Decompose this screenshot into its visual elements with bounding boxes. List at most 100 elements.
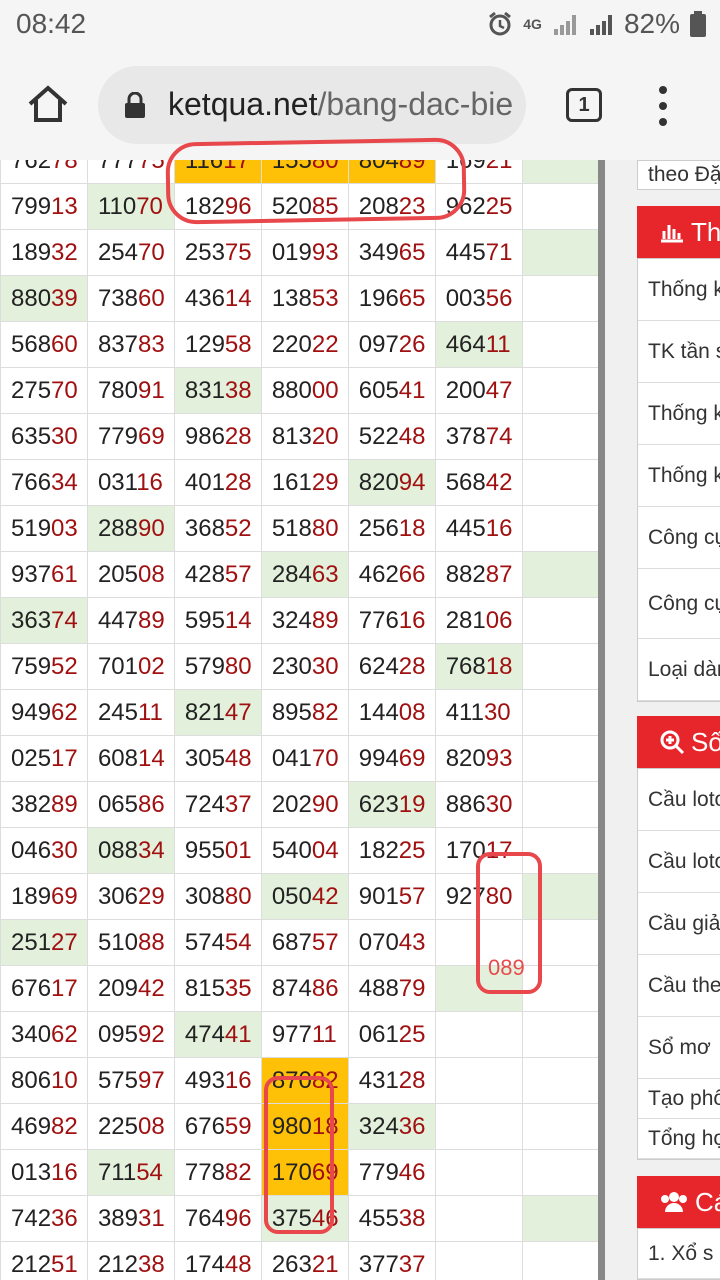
table-cell: 81320 [260, 413, 349, 460]
table-cell: 77616 [347, 597, 436, 644]
table-cell: 32489 [260, 597, 349, 644]
table-cell: 04630 [0, 827, 88, 874]
table-row: 02517 60814 30548 04170 99469 82093 [0, 735, 600, 782]
sidebar-link[interactable]: Tạo phô [638, 1079, 720, 1119]
lock-icon [125, 92, 145, 118]
url-text: ketqua.net/bang-dac-bie [168, 86, 513, 123]
sidebar-link[interactable]: Công cụ [638, 507, 720, 569]
sidebar-link[interactable]: Thống k [638, 259, 720, 321]
table-row: 63530 77969 98628 81320 52248 37874 [0, 413, 600, 460]
table-cell: 60814 [86, 735, 175, 782]
table-cell: 01316 [0, 1149, 88, 1196]
table-cell [521, 160, 600, 184]
table-cell: 28106 [434, 597, 523, 644]
table-cell: 09726 [347, 321, 436, 368]
sidebar-link[interactable]: Cầu loto [638, 831, 720, 893]
table-cell: 26321 [260, 1241, 349, 1280]
table-cell: 17448 [173, 1241, 262, 1280]
users-icon [661, 1192, 687, 1212]
table-cell: 25375 [173, 229, 262, 276]
tab-switcher-button[interactable]: 1 [566, 88, 602, 122]
table-row: 18932 25470 25375 01993 34965 44571 [0, 229, 600, 276]
sidebar-link[interactable]: Cầu loto [638, 769, 720, 831]
table-cell: 77882 [173, 1149, 262, 1196]
table-cell [521, 551, 600, 598]
table-cell: 57980 [173, 643, 262, 690]
table-cell: 46266 [347, 551, 436, 598]
table-cell: 54004 [260, 827, 349, 874]
table-cell: 52248 [347, 413, 436, 460]
overflow-menu-icon[interactable] [656, 86, 670, 126]
sidebar-section-stats-title: Th [691, 216, 720, 247]
table-cell: 57454 [173, 919, 262, 966]
table-row: 04630 08834 95501 54004 18225 17017 [0, 827, 600, 874]
sidebar-link[interactable]: Thống k [638, 383, 720, 445]
sidebar-link[interactable]: 1. Xổ s [638, 1229, 720, 1279]
table-cell: 46411 [434, 321, 523, 368]
table-cell [521, 919, 600, 966]
sidebar-link[interactable]: Thống k [638, 445, 720, 507]
table-cell: 76818 [434, 643, 523, 690]
sidebar-link[interactable]: Công cụ VIP [638, 569, 720, 639]
table-cell: 71154 [86, 1149, 175, 1196]
sidebar-section-tools-header: Số [637, 716, 720, 768]
sidebar-link[interactable]: Tổng hợ [638, 1119, 720, 1159]
table-cell: 99469 [347, 735, 436, 782]
table-cell: 25618 [347, 505, 436, 552]
table-cell: 37874 [434, 413, 523, 460]
table-row: 80610 57597 49316 87082 43128 [0, 1057, 600, 1104]
table-cell: 88287 [434, 551, 523, 598]
table-cell: 37737 [347, 1241, 436, 1280]
sidebar-link[interactable]: TK tần s [638, 321, 720, 383]
table-row: 88039 73860 43614 13853 19665 00356 [0, 275, 600, 322]
sidebar-link[interactable]: Loại dàn [638, 639, 720, 701]
table-cell: 22022 [260, 321, 349, 368]
table-cell: 77946 [347, 1149, 436, 1196]
table-cell: 67617 [0, 965, 88, 1012]
table-cell: 44789 [86, 597, 175, 644]
table-cell: 24511 [86, 689, 175, 736]
table-cell: 87486 [260, 965, 349, 1012]
results-table-container[interactable]: 76278 77775 11617 15580 80489 16921 79913 11070… [0, 160, 600, 1280]
table-cell: 38289 [0, 781, 88, 828]
table-cell: 70102 [86, 643, 175, 690]
sidebar-section-users-header: Cá [637, 1176, 720, 1228]
url-field[interactable]: ketqua.net/bang-dac-bie [98, 66, 526, 144]
table-cell: 32436 [347, 1103, 436, 1150]
table-cell: 12958 [173, 321, 262, 368]
table-row: 36374 44789 59514 32489 77616 28106 [0, 597, 600, 644]
table-cell [521, 1011, 600, 1058]
table-cell: 00356 [434, 275, 523, 322]
table-cell: 16921 [434, 160, 523, 184]
sidebar-link[interactable]: Cầu giả [638, 893, 720, 955]
table-cell: 98018 [260, 1103, 349, 1150]
table-cell: 94962 [0, 689, 88, 736]
table-cell: 30548 [173, 735, 262, 782]
table-cell: 36852 [173, 505, 262, 552]
table-cell: 21238 [86, 1241, 175, 1280]
sidebar-link[interactable]: Sổ mơ [638, 1017, 720, 1079]
table-row: 21251 21238 17448 26321 37737 [0, 1241, 600, 1280]
home-icon[interactable] [26, 82, 70, 126]
table-cell: 77969 [86, 413, 175, 460]
table-cell [521, 689, 600, 736]
sidebar-tools-list: Cầu loto Cầu loto Cầu giả Cầu the Sổ mơ Tạo p… [637, 768, 720, 1160]
table-cell: 51880 [260, 505, 349, 552]
sidebar-link[interactable]: Cầu the [638, 955, 720, 1017]
table-cell: 28463 [260, 551, 349, 598]
table-cell: 56860 [0, 321, 88, 368]
sidebar-stats-list: Thống k TK tần s Thống k Thống k Công cụ Công… [637, 258, 720, 702]
table-cell [521, 643, 600, 690]
table-cell: 78091 [86, 367, 175, 414]
table-cell: 30880 [173, 873, 262, 920]
table-cell: 07043 [347, 919, 436, 966]
sidebar-top-text[interactable]: theo Đặ [638, 161, 720, 189]
table-cell: 82093 [434, 735, 523, 782]
table-cell [521, 827, 600, 874]
table-cell: 67659 [173, 1103, 262, 1150]
table-cell: 20823 [347, 183, 436, 230]
table-cell [521, 965, 600, 1012]
signal-icon [553, 15, 576, 35]
table-cell: 44516 [434, 505, 523, 552]
table-cell: 74236 [0, 1195, 88, 1242]
